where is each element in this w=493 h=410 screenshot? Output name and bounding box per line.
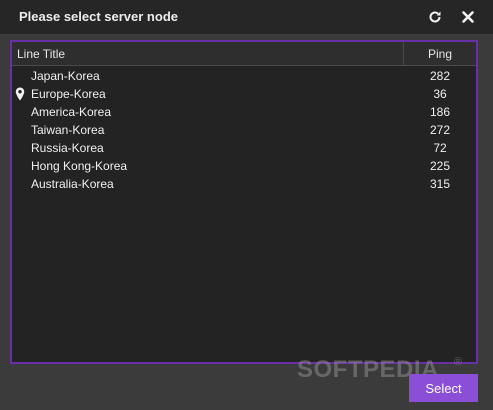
- row-ping-value: 72: [433, 141, 447, 155]
- table-row[interactable]: Taiwan-Korea 272: [12, 121, 476, 139]
- row-ping-value: 282: [429, 69, 451, 83]
- row-line-title: Hong Kong-Korea: [31, 159, 128, 173]
- row-ping-value: 186: [429, 105, 451, 119]
- watermark-registered-mark: ®: [454, 356, 463, 368]
- row-ping-value: 225: [429, 159, 451, 173]
- table-row[interactable]: America-Korea 186: [12, 103, 476, 121]
- location-pin-icon: [15, 87, 25, 101]
- close-button[interactable]: [458, 7, 478, 27]
- table-row[interactable]: Russia-Korea 72: [12, 139, 476, 157]
- table-row[interactable]: Europe-Korea 36: [12, 85, 476, 103]
- row-line-title: Japan-Korea: [31, 69, 100, 83]
- table-header: Line Title Ping: [12, 42, 476, 66]
- row-line-title: Russia-Korea: [31, 141, 104, 155]
- row-line-title: Taiwan-Korea: [31, 123, 105, 137]
- server-select-window: Please select server node Line Title Pin…: [0, 0, 493, 410]
- table-row[interactable]: Hong Kong-Korea 225: [12, 157, 476, 175]
- title-bar: Please select server node: [0, 0, 493, 34]
- window-title: Please select server node: [19, 9, 178, 24]
- column-header-ping[interactable]: Ping: [404, 47, 476, 61]
- close-icon: [462, 11, 474, 23]
- refresh-icon: [429, 11, 441, 23]
- server-list-panel: Line Title Ping Japan-Korea 282 Europe-Kor…: [10, 40, 478, 364]
- row-line-title: America-Korea: [31, 105, 112, 119]
- table-row[interactable]: Australia-Korea 315: [12, 175, 476, 193]
- select-button[interactable]: Select: [409, 374, 478, 402]
- row-ping-value: 272: [429, 123, 451, 137]
- column-header-line-title[interactable]: Line Title: [17, 47, 65, 61]
- server-list: Japan-Korea 282 Europe-Korea 36 America-Kore…: [12, 67, 476, 193]
- row-ping-value: 315: [429, 177, 451, 191]
- row-line-title: Europe-Korea: [31, 87, 106, 101]
- table-row[interactable]: Japan-Korea 282: [12, 67, 476, 85]
- row-ping-value: 36: [433, 87, 447, 101]
- refresh-button[interactable]: [425, 7, 445, 27]
- row-line-title: Australia-Korea: [31, 177, 114, 191]
